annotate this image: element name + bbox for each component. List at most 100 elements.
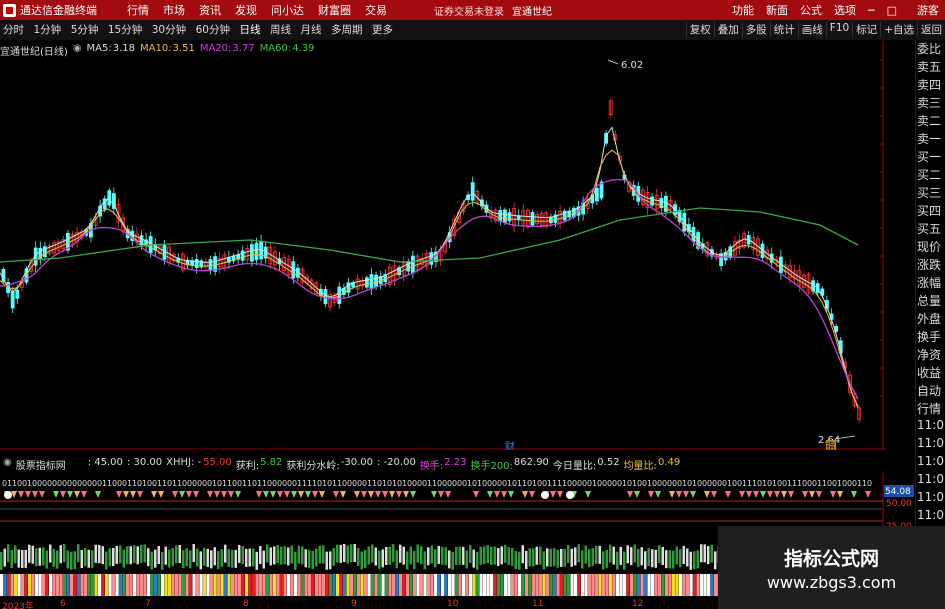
tab-daily[interactable]: 日线 — [237, 24, 264, 36]
volume-top-bar — [325, 551, 328, 570]
menu-item-hangqing[interactable]: 行情 — [120, 2, 156, 18]
menu-function[interactable]: 功能 — [726, 2, 760, 18]
kline-chart[interactable]: 6.005.755.505.255.004.754.504.254.003.75… — [0, 40, 886, 450]
finance-event-marker[interactable]: 财 — [505, 440, 515, 450]
signal-triangle — [333, 491, 339, 498]
signal-triangle — [809, 491, 815, 498]
signal-triangle — [585, 491, 591, 498]
volume-bottom-bar — [441, 574, 445, 596]
volume-top-bar — [665, 550, 668, 569]
tab-monthly[interactable]: 月线 — [298, 24, 325, 36]
volume-top-bar — [553, 548, 556, 567]
volume-top-bar — [140, 544, 143, 563]
tool-add-favorite[interactable]: +自选 — [880, 22, 917, 37]
volume-bottom-bar — [329, 574, 333, 596]
menu-item-wealth[interactable]: 财富圈 — [311, 2, 358, 18]
volume-top-bar — [472, 549, 475, 568]
volume-bottom-bar — [259, 574, 263, 596]
buy-signal-dot — [566, 491, 574, 499]
volume-top-bar — [598, 545, 601, 564]
tab-more[interactable]: 更多 — [369, 24, 396, 36]
volume-top-bar — [350, 544, 353, 563]
tool-f10[interactable]: F10 — [825, 22, 852, 37]
side-panel-item: 买五 — [917, 222, 942, 236]
volume-top-bar — [238, 544, 241, 563]
tool-mark[interactable]: 标记 — [852, 22, 880, 37]
menu-new-page[interactable]: 新面 — [760, 2, 794, 18]
volume-bottom-bar — [283, 574, 287, 596]
volume-top-bar — [17, 549, 20, 568]
menu-formula[interactable]: 公式 — [794, 2, 828, 18]
tool-adjust[interactable]: 复权 — [685, 22, 714, 37]
tab-15min[interactable]: 15分钟 — [105, 24, 145, 36]
tab-60min[interactable]: 60分钟 — [193, 24, 233, 36]
menu-item-trade[interactable]: 交易 — [358, 2, 394, 18]
volume-bottom-bar — [147, 574, 151, 596]
guest-label[interactable]: 游客 — [911, 2, 945, 18]
ma20-value: 3.77 — [232, 43, 255, 54]
signal-triangle — [207, 491, 213, 498]
signal-triangle — [655, 491, 661, 498]
volume-top-bar — [539, 546, 542, 565]
volume-bottom-bar — [31, 574, 35, 596]
volume-bottom-bar — [493, 574, 497, 596]
volume-bottom-bar — [427, 574, 431, 596]
index-event-marker[interactable]: 指 — [826, 440, 835, 450]
volume-top-bar — [651, 549, 654, 568]
signal-triangle — [298, 491, 304, 498]
volume-top-bar — [224, 544, 227, 563]
volume-bottom-bar — [395, 574, 399, 596]
volume-top-bar — [619, 546, 622, 565]
menu-item-discover[interactable]: 发现 — [228, 2, 264, 18]
tab-timeshare[interactable]: 分时 — [0, 24, 27, 36]
volume-bottom-bar — [129, 574, 133, 596]
volume-bottom-bar — [227, 574, 231, 596]
volume-top-bar — [700, 544, 703, 563]
signal-triangle — [270, 491, 276, 498]
signal-triangle — [389, 491, 395, 498]
ma10-label: MA10: — [140, 43, 172, 54]
side-panel-item: 涨跌 — [917, 258, 942, 272]
settings-icon[interactable]: ◉ — [73, 43, 82, 57]
tool-overlay[interactable]: 叠加 — [713, 22, 742, 37]
tab-30min[interactable]: 30分钟 — [149, 24, 189, 36]
volume-bottom-bar — [322, 574, 326, 596]
volume-bottom-bar — [714, 574, 718, 596]
volume-top-bar — [605, 549, 608, 568]
ma10-line — [0, 149, 859, 407]
window-minimize-icon[interactable]: ─ — [862, 4, 881, 17]
volume-bottom-bar — [693, 574, 697, 596]
tab-1min[interactable]: 1分钟 — [31, 24, 65, 36]
buy-signal-dot — [541, 491, 549, 499]
volume-top-bar — [189, 550, 192, 569]
indicator-name[interactable]: 股票指标网 — [16, 457, 66, 472]
volume-top-bar — [294, 551, 297, 570]
menu-item-news[interactable]: 资讯 — [192, 2, 228, 18]
indicator-settings-icon[interactable]: ◉ — [3, 457, 12, 471]
volume-bottom-bar — [63, 574, 67, 596]
menu-item-ask[interactable]: 问小达 — [264, 2, 311, 18]
tab-weekly[interactable]: 周线 — [267, 24, 294, 36]
tool-stats[interactable]: 统计 — [769, 22, 798, 37]
volume-top-bar — [465, 550, 468, 569]
volume-bottom-bar — [437, 574, 441, 596]
tab-5min[interactable]: 5分钟 — [68, 24, 102, 36]
signal-triangle — [186, 491, 192, 498]
menu-options[interactable]: 选项 — [828, 2, 862, 18]
volume-top-bar — [486, 545, 489, 564]
tool-back[interactable]: 返回 — [917, 22, 945, 37]
tool-multi-stock[interactable]: 多股 — [741, 22, 770, 37]
tool-draw-line[interactable]: 画线 — [797, 22, 826, 37]
volume-top-bar — [283, 546, 286, 565]
volume-bottom-bar — [402, 574, 406, 596]
indicator-axis-2: 50.00 — [886, 499, 912, 509]
signal-triangle — [354, 491, 360, 498]
volume-top-bar — [507, 546, 510, 565]
menu-item-market[interactable]: 市场 — [156, 2, 192, 18]
login-notice[interactable]: 证券交易未登录 — [434, 3, 504, 18]
volume-bottom-bar — [469, 574, 473, 596]
window-maximize-icon[interactable]: □ — [881, 4, 903, 17]
volume-bottom-bar — [217, 574, 221, 596]
tab-multi-period[interactable]: 多周期 — [328, 24, 366, 36]
axis-month-8: 8 — [243, 599, 249, 609]
